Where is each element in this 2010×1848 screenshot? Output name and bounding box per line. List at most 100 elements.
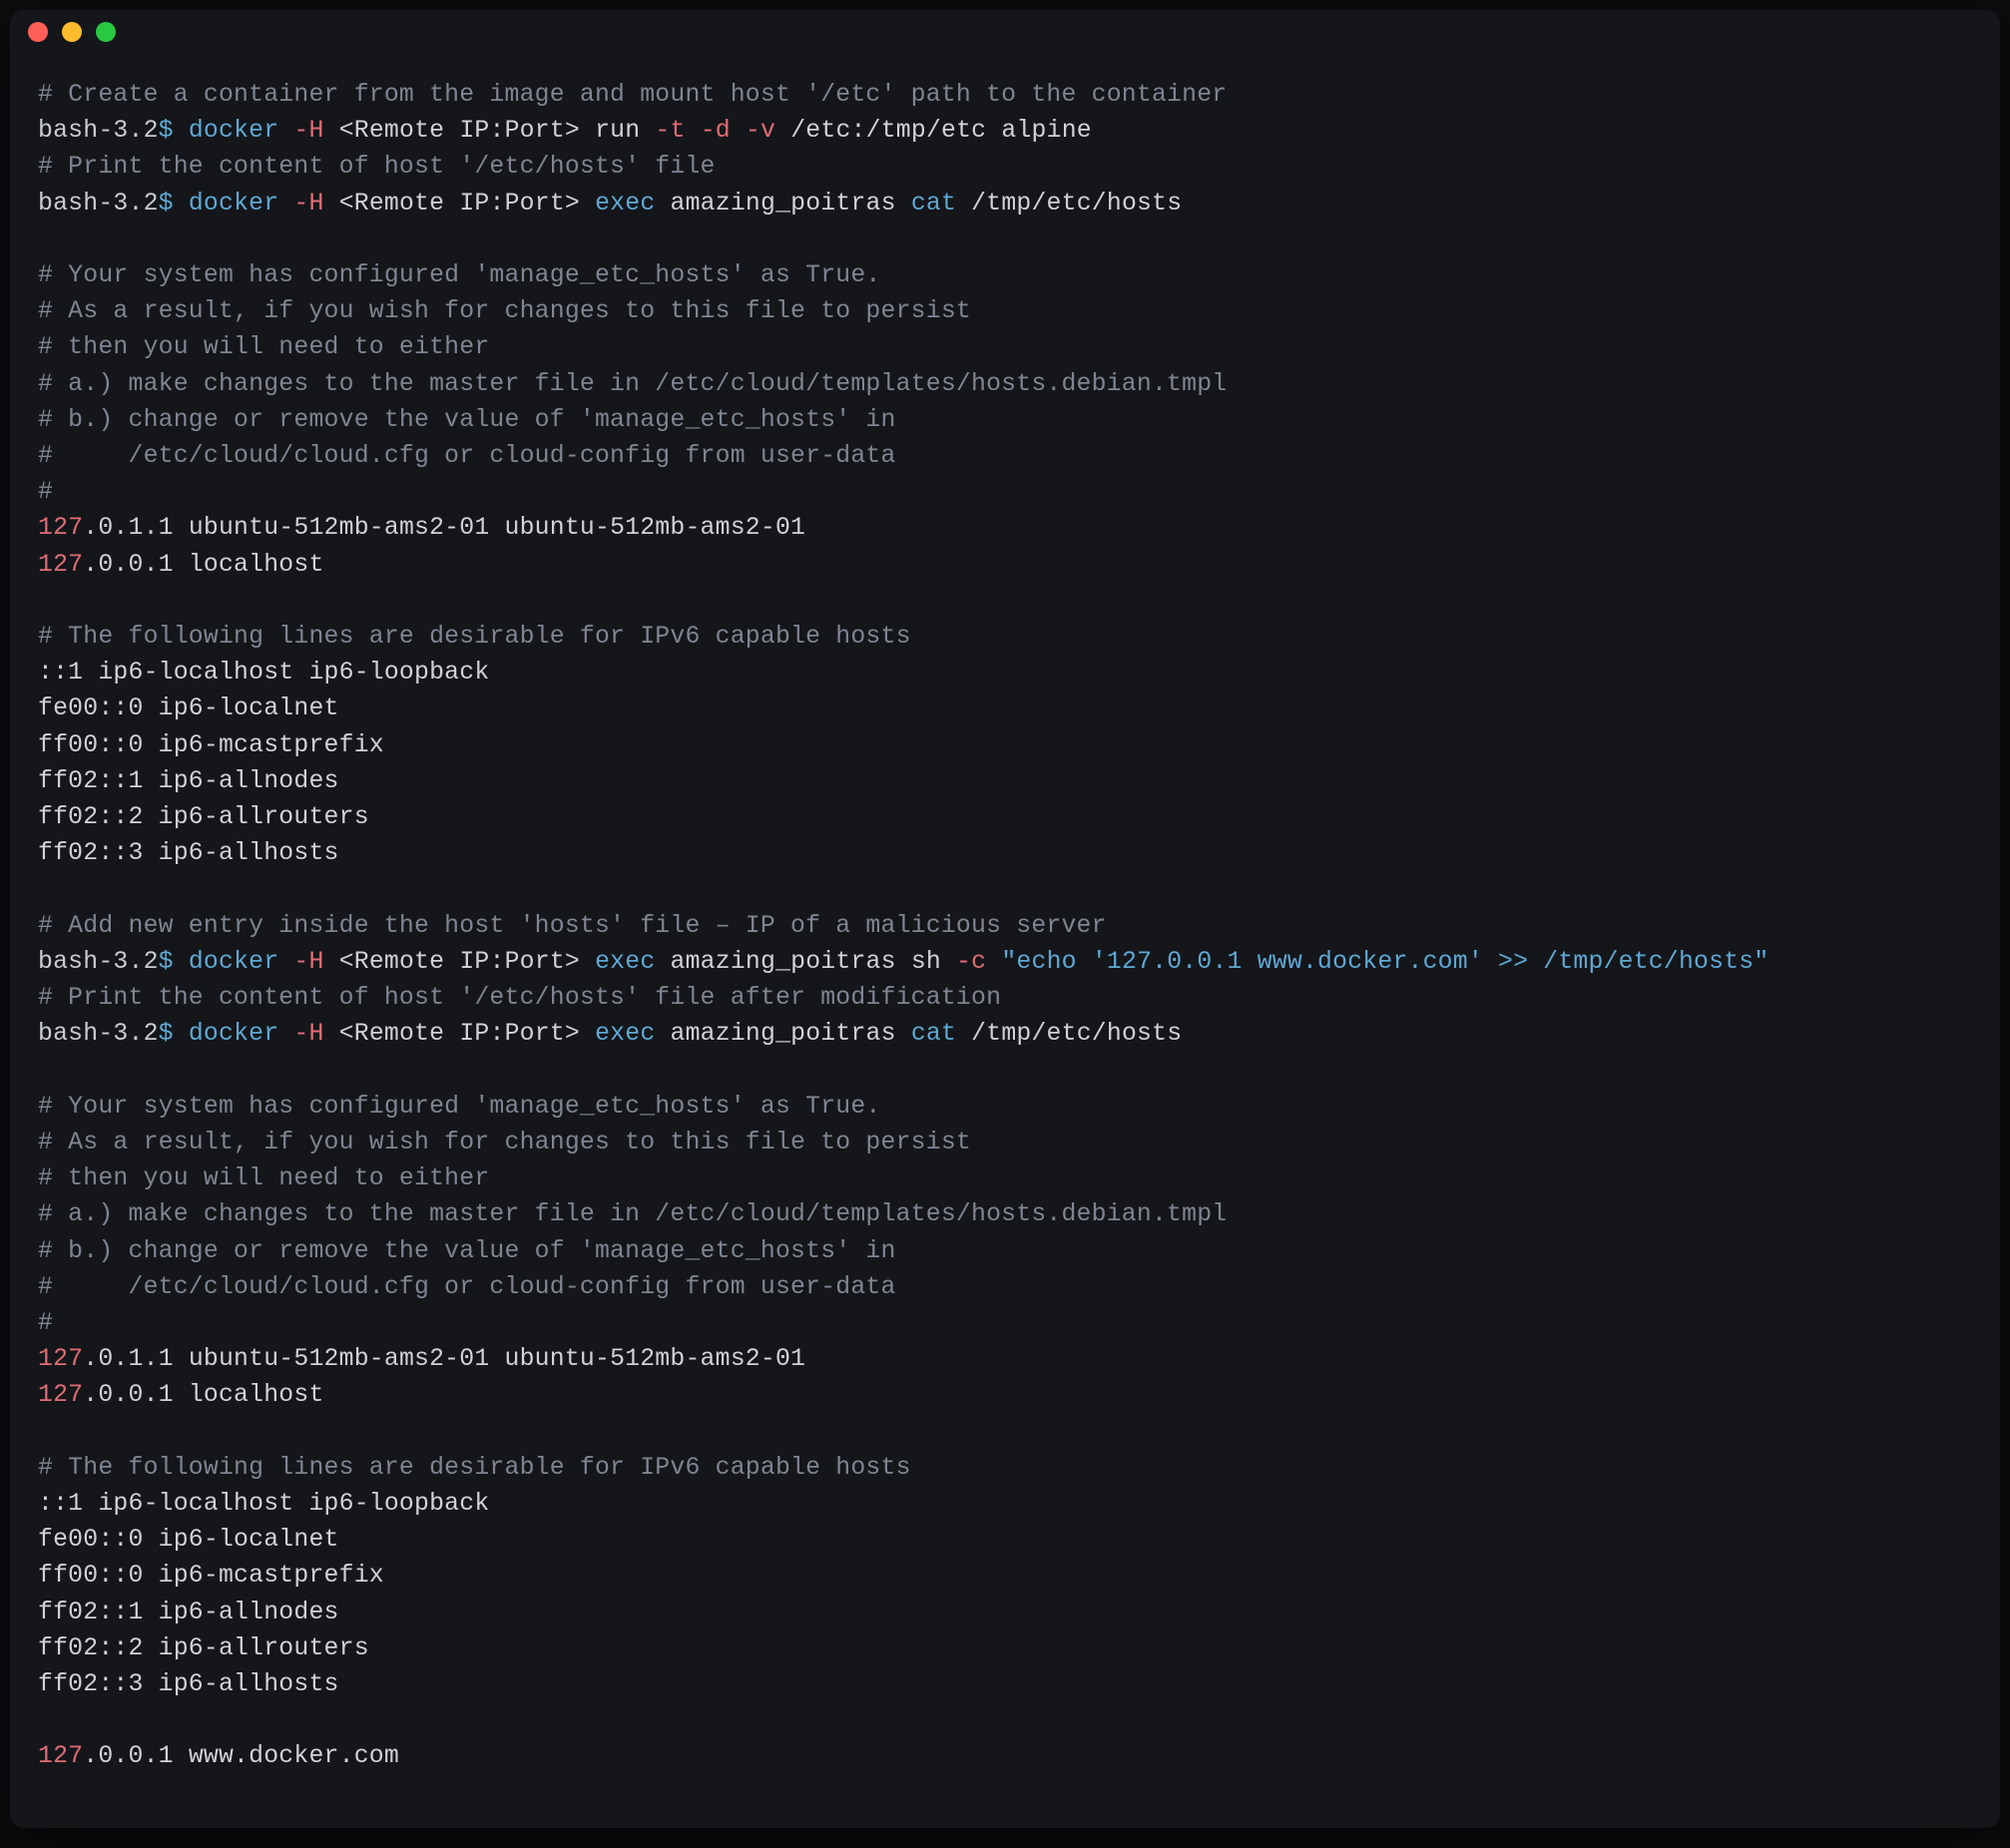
cmd-token-flag: -t: [655, 117, 685, 145]
terminal-body[interactable]: # Create a container from the image and …: [10, 54, 2000, 1804]
terminal-line: # then you will need to either: [38, 1161, 1972, 1197]
terminal-line: # Your system has configured 'manage_etc…: [38, 258, 1972, 294]
comment-text: # Add new entry inside the host 'hosts' …: [38, 912, 1107, 940]
terminal-line: ::1 ip6-localhost ip6-loopback: [38, 1487, 1972, 1523]
comment-text: # then you will need to either: [38, 333, 489, 361]
ip-rest: .0.1.1 ubuntu-512mb-ams2-01 ubuntu-512mb…: [83, 1345, 805, 1373]
comment-text: # Your system has configured 'manage_etc…: [38, 1093, 881, 1121]
terminal-line: # As a result, if you wish for changes t…: [38, 1126, 1972, 1161]
comment-text: # a.) make changes to the master file in…: [38, 1200, 1227, 1228]
output-text: fe00::0 ip6-localnet: [38, 694, 339, 722]
cmd-token-arg: <Remote IP:Port>: [339, 190, 580, 218]
terminal-line: # The following lines are desirable for …: [38, 620, 1972, 656]
terminal-window: # Create a container from the image and …: [10, 10, 2000, 1828]
cmd-token-cmd: docker: [189, 1020, 278, 1048]
terminal-line: [38, 223, 1972, 258]
cmd-token-arg: <Remote IP:Port>: [339, 117, 580, 145]
cmd-token-cmd: exec: [595, 190, 655, 218]
terminal-line: # Your system has configured 'manage_etc…: [38, 1090, 1972, 1126]
terminal-line: # b.) change or remove the value of 'man…: [38, 403, 1972, 439]
cmd-token-arg: run: [595, 117, 640, 145]
comment-text: #: [38, 1309, 53, 1337]
comment-text: # Print the content of host '/etc/hosts'…: [38, 153, 716, 181]
cmd-token-arg: sh: [911, 948, 941, 976]
terminal-line: [38, 1053, 1972, 1089]
comment-text: # then you will need to either: [38, 1164, 489, 1192]
terminal-line: # Print the content of host '/etc/hosts'…: [38, 150, 1972, 186]
terminal-line: ff02::2 ip6-allrouters: [38, 800, 1972, 836]
cmd-token-arg: /tmp/etc/hosts: [971, 1020, 1182, 1048]
ip-octet: 127: [38, 514, 83, 542]
output-text: fe00::0 ip6-localnet: [38, 1526, 339, 1554]
cmd-token-arg: amazing_poitras: [671, 948, 896, 976]
ip-rest: .0.1.1 ubuntu-512mb-ams2-01 ubuntu-512mb…: [83, 514, 805, 542]
cmd-token-arg: alpine: [1001, 117, 1091, 145]
cmd-token-arg: /etc:/tmp/etc: [790, 117, 986, 145]
comment-text: # Your system has configured 'manage_etc…: [38, 261, 881, 289]
comment-text: # Print the content of host '/etc/hosts'…: [38, 984, 1001, 1012]
output-text: ff02::2 ip6-allrouters: [38, 803, 369, 831]
window-titlebar: [10, 10, 2000, 54]
output-text: ::1 ip6-localhost ip6-loopback: [38, 659, 489, 687]
cmd-token-arg: amazing_poitras: [671, 190, 896, 218]
terminal-line: # then you will need to either: [38, 330, 1972, 366]
terminal-line: # /etc/cloud/cloud.cfg or cloud-config f…: [38, 439, 1972, 475]
terminal-line: bash-3.2$ docker -H <Remote IP:Port> run…: [38, 114, 1972, 150]
terminal-line: # a.) make changes to the master file in…: [38, 367, 1972, 403]
terminal-line: 127.0.0.1 localhost: [38, 548, 1972, 584]
terminal-line: [38, 872, 1972, 908]
comment-text: # Create a container from the image and …: [38, 81, 1227, 109]
terminal-line: ::1 ip6-localhost ip6-loopback: [38, 656, 1972, 692]
output-text: ff02::2 ip6-allrouters: [38, 1634, 369, 1662]
terminal-line: bash-3.2$ docker -H <Remote IP:Port> exe…: [38, 187, 1972, 223]
terminal-line: ff00::0 ip6-mcastprefix: [38, 1559, 1972, 1595]
window-zoom-button[interactable]: [96, 22, 116, 42]
prompt-dollar: $: [159, 1020, 174, 1048]
prompt-dollar: $: [159, 117, 174, 145]
terminal-line: ff02::2 ip6-allrouters: [38, 1631, 1972, 1667]
terminal-line: [38, 1415, 1972, 1451]
cmd-token-str: "echo '127.0.0.1 www.docker.com' >> /tmp…: [1001, 948, 1768, 976]
window-close-button[interactable]: [28, 22, 48, 42]
terminal-line: # Create a container from the image and …: [38, 78, 1972, 114]
terminal-line: [38, 584, 1972, 620]
terminal-line: # b.) change or remove the value of 'man…: [38, 1234, 1972, 1270]
cmd-token-flag: -v: [746, 117, 775, 145]
ip-octet: 127: [38, 1345, 83, 1373]
cmd-token-flag: -H: [293, 948, 323, 976]
prompt-host: bash-3.2: [38, 1020, 159, 1048]
terminal-line: fe00::0 ip6-localnet: [38, 1523, 1972, 1559]
comment-text: #: [38, 478, 53, 506]
ip-octet: 127: [38, 1381, 83, 1409]
comment-text: # The following lines are desirable for …: [38, 1454, 911, 1482]
ip-octet: 127: [38, 551, 83, 579]
cmd-token-flag: -H: [293, 1020, 323, 1048]
terminal-line: ff02::1 ip6-allnodes: [38, 1596, 1972, 1631]
comment-text: # b.) change or remove the value of 'man…: [38, 1237, 896, 1265]
terminal-line: # a.) make changes to the master file in…: [38, 1197, 1972, 1233]
terminal-line: ff02::3 ip6-allhosts: [38, 836, 1972, 872]
cmd-token-cmd: cat: [911, 190, 956, 218]
terminal-line: ff02::1 ip6-allnodes: [38, 764, 1972, 800]
prompt-dollar: $: [159, 190, 174, 218]
terminal-line: # The following lines are desirable for …: [38, 1451, 1972, 1487]
cmd-token-cmd: docker: [189, 948, 278, 976]
comment-text: # a.) make changes to the master file in…: [38, 370, 1227, 398]
ip-rest: .0.0.1 localhost: [83, 1381, 323, 1409]
terminal-line: # /etc/cloud/cloud.cfg or cloud-config f…: [38, 1270, 1972, 1306]
comment-text: # As a result, if you wish for changes t…: [38, 297, 971, 325]
terminal-line: #: [38, 1306, 1972, 1342]
terminal-line: 127.0.1.1 ubuntu-512mb-ams2-01 ubuntu-51…: [38, 1342, 1972, 1378]
output-text: ff02::1 ip6-allnodes: [38, 767, 339, 795]
cmd-token-flag: -c: [956, 948, 986, 976]
terminal-line: 127.0.1.1 ubuntu-512mb-ams2-01 ubuntu-51…: [38, 511, 1972, 547]
terminal-line: ff00::0 ip6-mcastprefix: [38, 728, 1972, 764]
output-text: ff00::0 ip6-mcastprefix: [38, 1562, 384, 1590]
cmd-token-cmd: exec: [595, 948, 655, 976]
window-minimize-button[interactable]: [62, 22, 82, 42]
terminal-line: # Print the content of host '/etc/hosts'…: [38, 981, 1972, 1017]
output-text: ff02::1 ip6-allnodes: [38, 1599, 339, 1626]
cmd-token-flag: -H: [293, 117, 323, 145]
comment-text: # As a result, if you wish for changes t…: [38, 1129, 971, 1156]
cmd-token-cmd: docker: [189, 117, 278, 145]
